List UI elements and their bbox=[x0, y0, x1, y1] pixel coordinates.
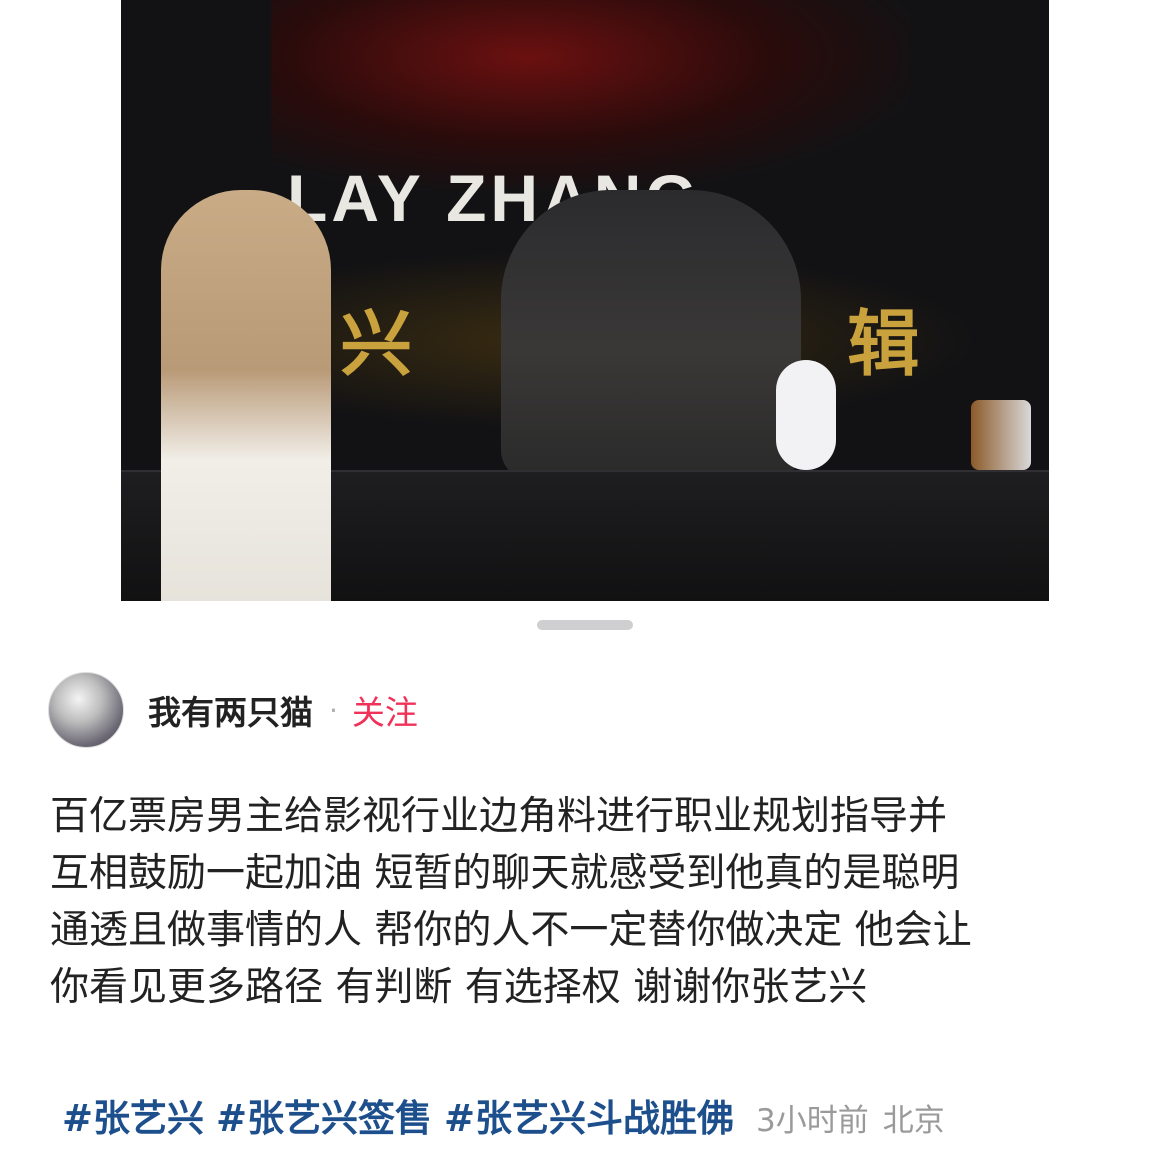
post-text: 百亿票房男主给影视行业边角料进行职业规划指导并 互相鼓励一起加油 短暂的聊天就感… bbox=[50, 794, 972, 1010]
photo-person-artist bbox=[501, 190, 801, 480]
post-photo[interactable]: LAY ZHANG 张 兴 实 专 辑 bbox=[0, 0, 1169, 640]
hashtag-link[interactable]: #张艺兴 bbox=[62, 1088, 204, 1142]
author-name[interactable]: 我有两只猫 bbox=[148, 686, 313, 734]
search-button[interactable] bbox=[1052, 14, 1122, 84]
photo-plush-toy bbox=[776, 360, 836, 470]
post-location: 北京 bbox=[882, 1103, 945, 1139]
hashtag-link[interactable]: #张艺兴签售 bbox=[216, 1088, 432, 1142]
follow-button[interactable]: 关注 bbox=[352, 686, 418, 734]
search-icon bbox=[1059, 21, 1118, 80]
photo-frame: LAY ZHANG 张 兴 实 专 辑 bbox=[121, 0, 1049, 640]
avatar[interactable] bbox=[48, 672, 124, 748]
photo-bottles bbox=[971, 400, 1031, 470]
post-detail-sheet: 我有两只猫 · 关注 百亿票房男主给影视行业边角料进行职业规划指导并 互相鼓励一… bbox=[0, 601, 1169, 1168]
post-time: 3小时前 bbox=[756, 1103, 869, 1139]
author-row: 我有两只猫 · 关注 bbox=[48, 672, 418, 748]
separator-dot: · bbox=[329, 693, 338, 727]
photo-person-fan bbox=[161, 190, 331, 640]
drag-handle[interactable] bbox=[537, 620, 633, 630]
post-meta-row: #张艺兴 #张艺兴签售 #张艺兴斗战胜佛 3小时前 北京 bbox=[62, 1088, 945, 1142]
hashtag-link[interactable]: #张艺兴斗战胜佛 bbox=[444, 1088, 734, 1142]
